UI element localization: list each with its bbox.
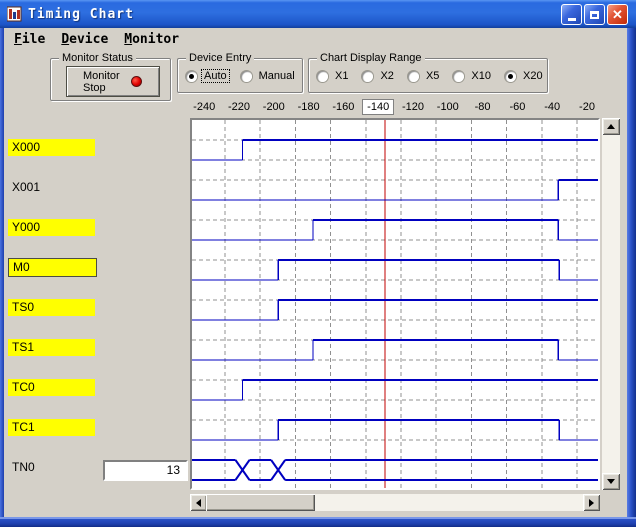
radio-icon — [241, 71, 252, 82]
device-label-x001[interactable]: X001 — [8, 179, 95, 196]
minimize-button[interactable] — [561, 4, 582, 25]
display-range-radio-x20[interactable]: X20 — [505, 70, 545, 82]
window-title: Timing Chart — [28, 7, 134, 22]
axis-tick--200: -200 — [263, 101, 285, 113]
minimize-icon — [568, 18, 576, 21]
monitor-status-group: Monitor Status MonitorStop — [50, 58, 171, 101]
up-arrow-icon — [607, 124, 615, 129]
device-entry-radio-manual[interactable]: Manual — [241, 70, 297, 82]
tn0-value-field[interactable]: 13 — [103, 460, 188, 481]
horizontal-scrollbar[interactable] — [190, 494, 600, 511]
axis-tick--20: -20 — [579, 101, 595, 113]
axis-tick--240: -240 — [193, 101, 215, 113]
radio-label: X5 — [424, 70, 441, 82]
device-label-tc1[interactable]: TC1 — [8, 419, 95, 436]
maximize-icon — [590, 11, 599, 19]
display-range-radio-x10[interactable]: X10 — [453, 70, 493, 82]
scroll-up-button[interactable] — [602, 118, 620, 135]
radio-label: X10 — [469, 70, 493, 82]
radio-label: X2 — [378, 70, 395, 82]
window-border-right — [627, 28, 636, 527]
device-label-ts1[interactable]: TS1 — [8, 339, 95, 356]
monitor-stop-button-label: MonitorStop — [67, 70, 120, 94]
close-button[interactable]: ✕ — [607, 4, 628, 25]
window-border-left — [0, 28, 4, 527]
radio-icon — [505, 71, 516, 82]
scroll-right-button[interactable] — [583, 494, 600, 511]
chart-plot[interactable] — [190, 118, 600, 490]
radio-icon — [317, 71, 328, 82]
left-arrow-icon — [196, 499, 201, 507]
display-range-radio-x2[interactable]: X2 — [362, 70, 395, 82]
scroll-down-button[interactable] — [602, 473, 620, 490]
axis-tick--80: -80 — [475, 101, 491, 113]
radio-label: Manual — [257, 70, 297, 82]
device-label-tn0[interactable]: TN0 — [8, 459, 95, 476]
radio-icon — [408, 71, 419, 82]
vertical-scrollbar[interactable] — [602, 118, 620, 490]
axis-tick--60: -60 — [509, 101, 525, 113]
radio-icon — [362, 71, 373, 82]
display-range-radio-x5[interactable]: X5 — [408, 70, 441, 82]
axis-tick--40: -40 — [544, 101, 560, 113]
axis-tick--180: -180 — [298, 101, 320, 113]
app-window: Timing Chart ✕ File Device Monitor Monitor… — [0, 0, 636, 527]
radio-label: X20 — [521, 70, 545, 82]
axis-tick--120: -120 — [402, 101, 424, 113]
device-label-x000[interactable]: X000 — [8, 139, 95, 156]
axis-tick--100: -100 — [437, 101, 459, 113]
app-icon — [7, 6, 23, 22]
axis-tick--140: -140 — [362, 99, 394, 115]
menu-device[interactable]: Device — [57, 31, 112, 48]
menu-bar: File Device Monitor — [4, 28, 627, 50]
menu-file[interactable]: File — [10, 31, 49, 48]
window-border-bottom — [0, 517, 636, 527]
device-label-m0[interactable]: M0 — [8, 258, 97, 277]
scroll-left-button[interactable] — [190, 494, 207, 511]
right-arrow-icon — [589, 499, 594, 507]
axis-tick--220: -220 — [228, 101, 250, 113]
horizontal-scroll-thumb[interactable] — [206, 494, 315, 511]
display-range-radio-x1[interactable]: X1 — [317, 70, 350, 82]
monitor-stop-button[interactable]: MonitorStop — [66, 66, 160, 97]
down-arrow-icon — [607, 479, 615, 484]
radio-label: X1 — [333, 70, 350, 82]
device-label-ts0[interactable]: TS0 — [8, 299, 95, 316]
device-entry-radio-auto[interactable]: Auto — [186, 70, 229, 82]
radio-label: Auto — [202, 70, 229, 82]
title-bar[interactable]: Timing Chart ✕ — [0, 0, 636, 28]
device-entry-label: Device Entry — [186, 52, 254, 64]
chart-display-range-label: Chart Display Range — [317, 52, 425, 64]
monitor-status-label: Monitor Status — [59, 52, 136, 64]
device-label-y000[interactable]: Y000 — [8, 219, 95, 236]
axis-tick--160: -160 — [332, 101, 354, 113]
monitor-led-icon — [131, 76, 142, 87]
menu-monitor[interactable]: Monitor — [120, 31, 183, 48]
radio-icon — [186, 71, 197, 82]
device-label-tc0[interactable]: TC0 — [8, 379, 95, 396]
chart-display-range-group: Chart Display Range X1X2X5X10X20 — [308, 58, 548, 93]
device-entry-group: Device Entry AutoManual — [177, 58, 303, 93]
radio-icon — [453, 71, 464, 82]
maximize-button[interactable] — [584, 4, 605, 25]
